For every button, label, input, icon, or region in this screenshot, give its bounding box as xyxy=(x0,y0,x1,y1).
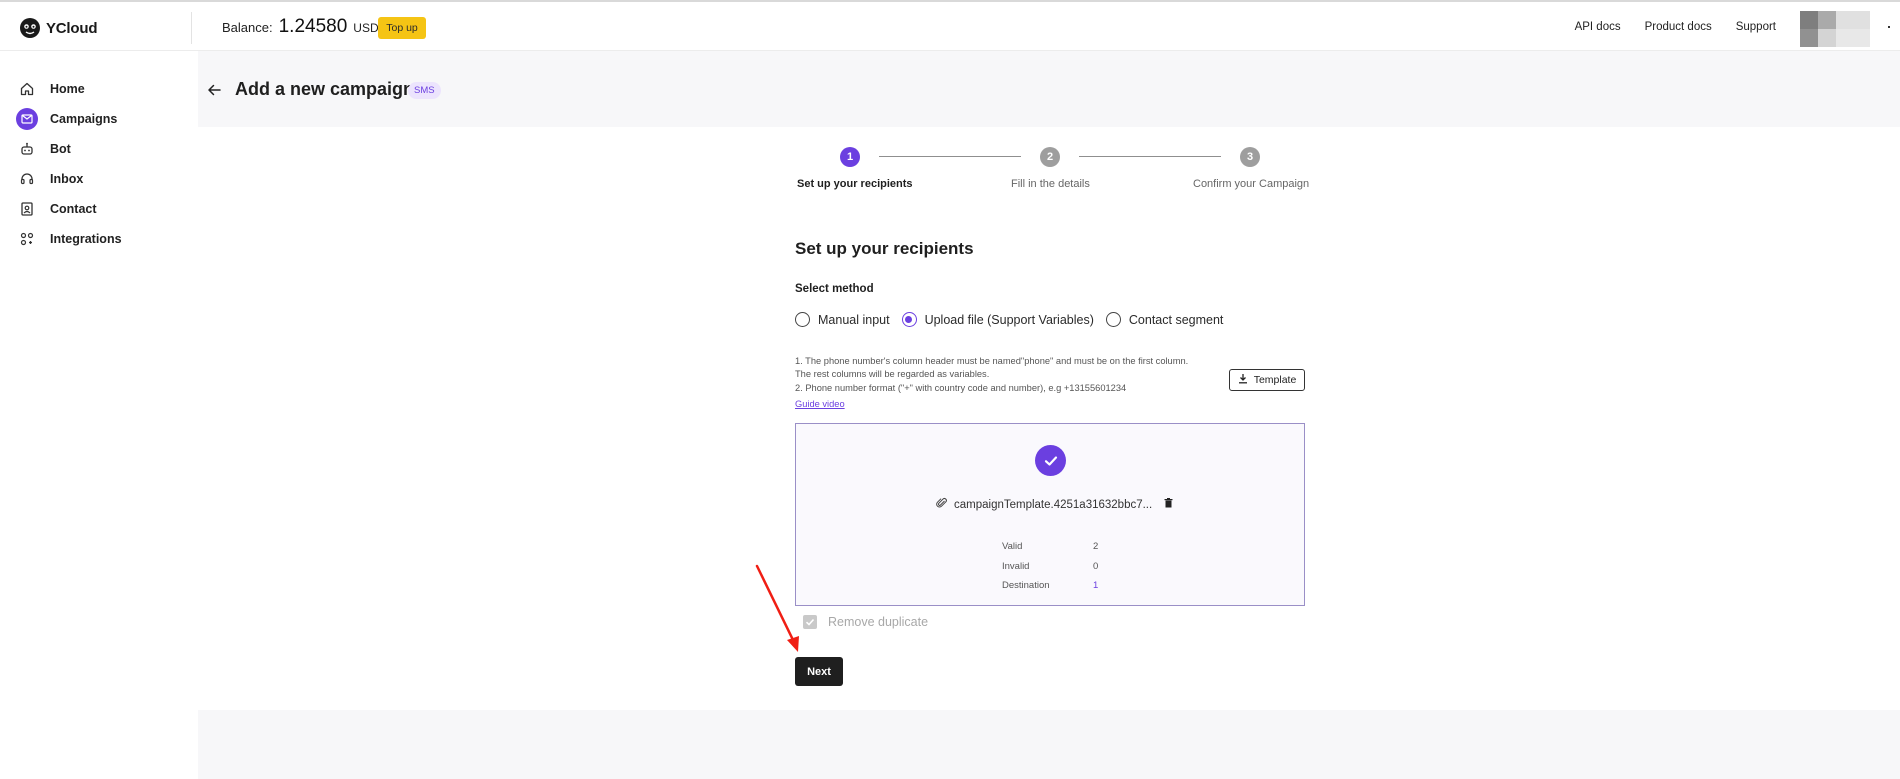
api-docs-link[interactable]: API docs xyxy=(1575,21,1621,33)
instruction-line: 2. Phone number format ("+" with country… xyxy=(795,382,1127,393)
page-title: Add a new campaign xyxy=(235,79,415,99)
radio-circle[interactable] xyxy=(901,312,917,327)
ycloud-logo-icon xyxy=(18,16,42,40)
step-1-label: Set up your recipients xyxy=(797,178,913,190)
radio-manual-input[interactable]: Manual input xyxy=(795,312,890,327)
header-links: API docs Product docs Support xyxy=(1575,21,1776,33)
sidebar: Home Campaigns Bot Inbox Contact Integra… xyxy=(0,51,198,779)
stat-row-invalid: Invalid 0 xyxy=(1002,557,1098,577)
step-3-circle: 3 xyxy=(1240,147,1260,167)
download-template-button[interactable]: Template xyxy=(1229,369,1305,391)
radio-upload-file[interactable]: Upload file (Support Variables) xyxy=(901,312,1094,327)
back-arrow-icon[interactable] xyxy=(205,81,223,99)
avatar[interactable] xyxy=(1800,11,1870,47)
sidebar-item-home[interactable]: Home xyxy=(16,77,85,101)
balance: Balance: 1.24580 USD xyxy=(222,16,379,38)
stat-value: 2 xyxy=(1093,541,1099,553)
uploaded-file-row: campaignTemplate.4251a31632bbc7... xyxy=(936,497,1173,512)
sidebar-item-bot[interactable]: Bot xyxy=(16,137,71,161)
header-divider xyxy=(191,12,192,44)
sidebar-item-label: Contact xyxy=(50,202,97,216)
bot-icon xyxy=(16,138,38,160)
step-1-circle: 1 xyxy=(840,147,860,167)
step-3-label: Confirm your Campaign xyxy=(1193,178,1310,190)
top-header: YCloud Balance: 1.24580 USD Top up API d… xyxy=(0,0,1900,51)
step-connector xyxy=(1079,156,1221,157)
logo[interactable]: YCloud xyxy=(18,16,97,40)
sidebar-item-campaigns[interactable]: Campaigns xyxy=(16,107,117,131)
sidebar-item-inbox[interactable]: Inbox xyxy=(16,167,83,191)
headset-icon xyxy=(16,168,38,190)
balance-label: Balance: xyxy=(222,20,273,35)
stat-row-valid: Valid 2 xyxy=(1002,537,1098,557)
next-button[interactable]: Next xyxy=(795,657,843,686)
step-connector xyxy=(879,156,1021,157)
contact-icon xyxy=(16,198,38,220)
upload-stats: Valid 2 Invalid 0 Destination 1 xyxy=(1002,537,1098,596)
radio-label: Upload file (Support Variables) xyxy=(924,312,1094,327)
radio-label: Contact segment xyxy=(1128,312,1224,327)
annotation-arrow-icon xyxy=(755,564,799,652)
sidebar-item-contact[interactable]: Contact xyxy=(16,197,97,221)
instruction-line: 1. The phone number's column header must… xyxy=(795,356,1189,366)
section-title: Set up your recipients xyxy=(795,239,974,258)
radio-contact-segment[interactable]: Contact segment xyxy=(1105,312,1224,327)
balance-currency: USD xyxy=(353,21,379,35)
stat-label: Valid xyxy=(1002,541,1023,553)
app-name: YCloud xyxy=(46,19,98,37)
sidebar-item-label: Home xyxy=(50,82,85,96)
sidebar-item-integrations[interactable]: Integrations xyxy=(16,227,122,251)
balance-amount: 1.24580 xyxy=(278,16,348,37)
sidebar-item-label: Campaigns xyxy=(50,112,118,126)
download-icon xyxy=(1238,373,1248,387)
upload-success-check-icon xyxy=(1035,445,1066,476)
campaign-icon xyxy=(16,108,38,130)
sidebar-item-label: Integrations xyxy=(50,232,122,246)
stat-label: Destination xyxy=(1002,580,1050,592)
select-method-label: Select method xyxy=(795,283,874,295)
more-menu-icon[interactable] xyxy=(1888,26,1890,28)
integrations-icon xyxy=(16,228,38,250)
upload-instructions: 1. The phone number's column header must… xyxy=(795,355,1235,395)
main-card xyxy=(198,127,1900,710)
home-icon xyxy=(16,78,38,100)
destination-count-link[interactable]: 1 xyxy=(1093,580,1098,591)
instruction-line: The rest columns will be regarded as var… xyxy=(795,369,990,380)
stat-row-destination: Destination 1 xyxy=(1002,576,1098,596)
sidebar-item-label: Inbox xyxy=(50,172,84,186)
delete-file-icon[interactable] xyxy=(1164,498,1173,511)
radio-circle[interactable] xyxy=(1105,312,1121,327)
template-button-label: Template xyxy=(1253,374,1297,386)
radio-label: Manual input xyxy=(818,312,890,327)
step-2-circle: 2 xyxy=(1040,147,1060,167)
guide-video-link[interactable]: Guide video xyxy=(795,399,845,409)
product-docs-link[interactable]: Product docs xyxy=(1645,21,1712,33)
sidebar-item-label: Bot xyxy=(50,142,71,156)
radio-circle[interactable] xyxy=(795,312,810,327)
channel-badge: SMS xyxy=(408,82,441,99)
top-up-button[interactable]: Top up xyxy=(378,17,426,39)
remove-duplicate-label: Remove duplicate xyxy=(828,615,929,629)
paperclip-icon xyxy=(936,497,948,512)
upload-result-box[interactable]: campaignTemplate.4251a31632bbc7... Valid… xyxy=(795,423,1305,606)
file-name: campaignTemplate.4251a31632bbc7... xyxy=(954,498,1153,511)
support-link[interactable]: Support xyxy=(1736,21,1776,33)
method-radio-group: Manual input Upload file (Support Variab… xyxy=(795,312,1235,327)
remove-duplicate-row: Remove duplicate xyxy=(803,615,928,629)
stat-value: 0 xyxy=(1093,560,1099,572)
step-2-label: Fill in the details xyxy=(1011,178,1090,190)
stat-label: Invalid xyxy=(1002,560,1030,572)
